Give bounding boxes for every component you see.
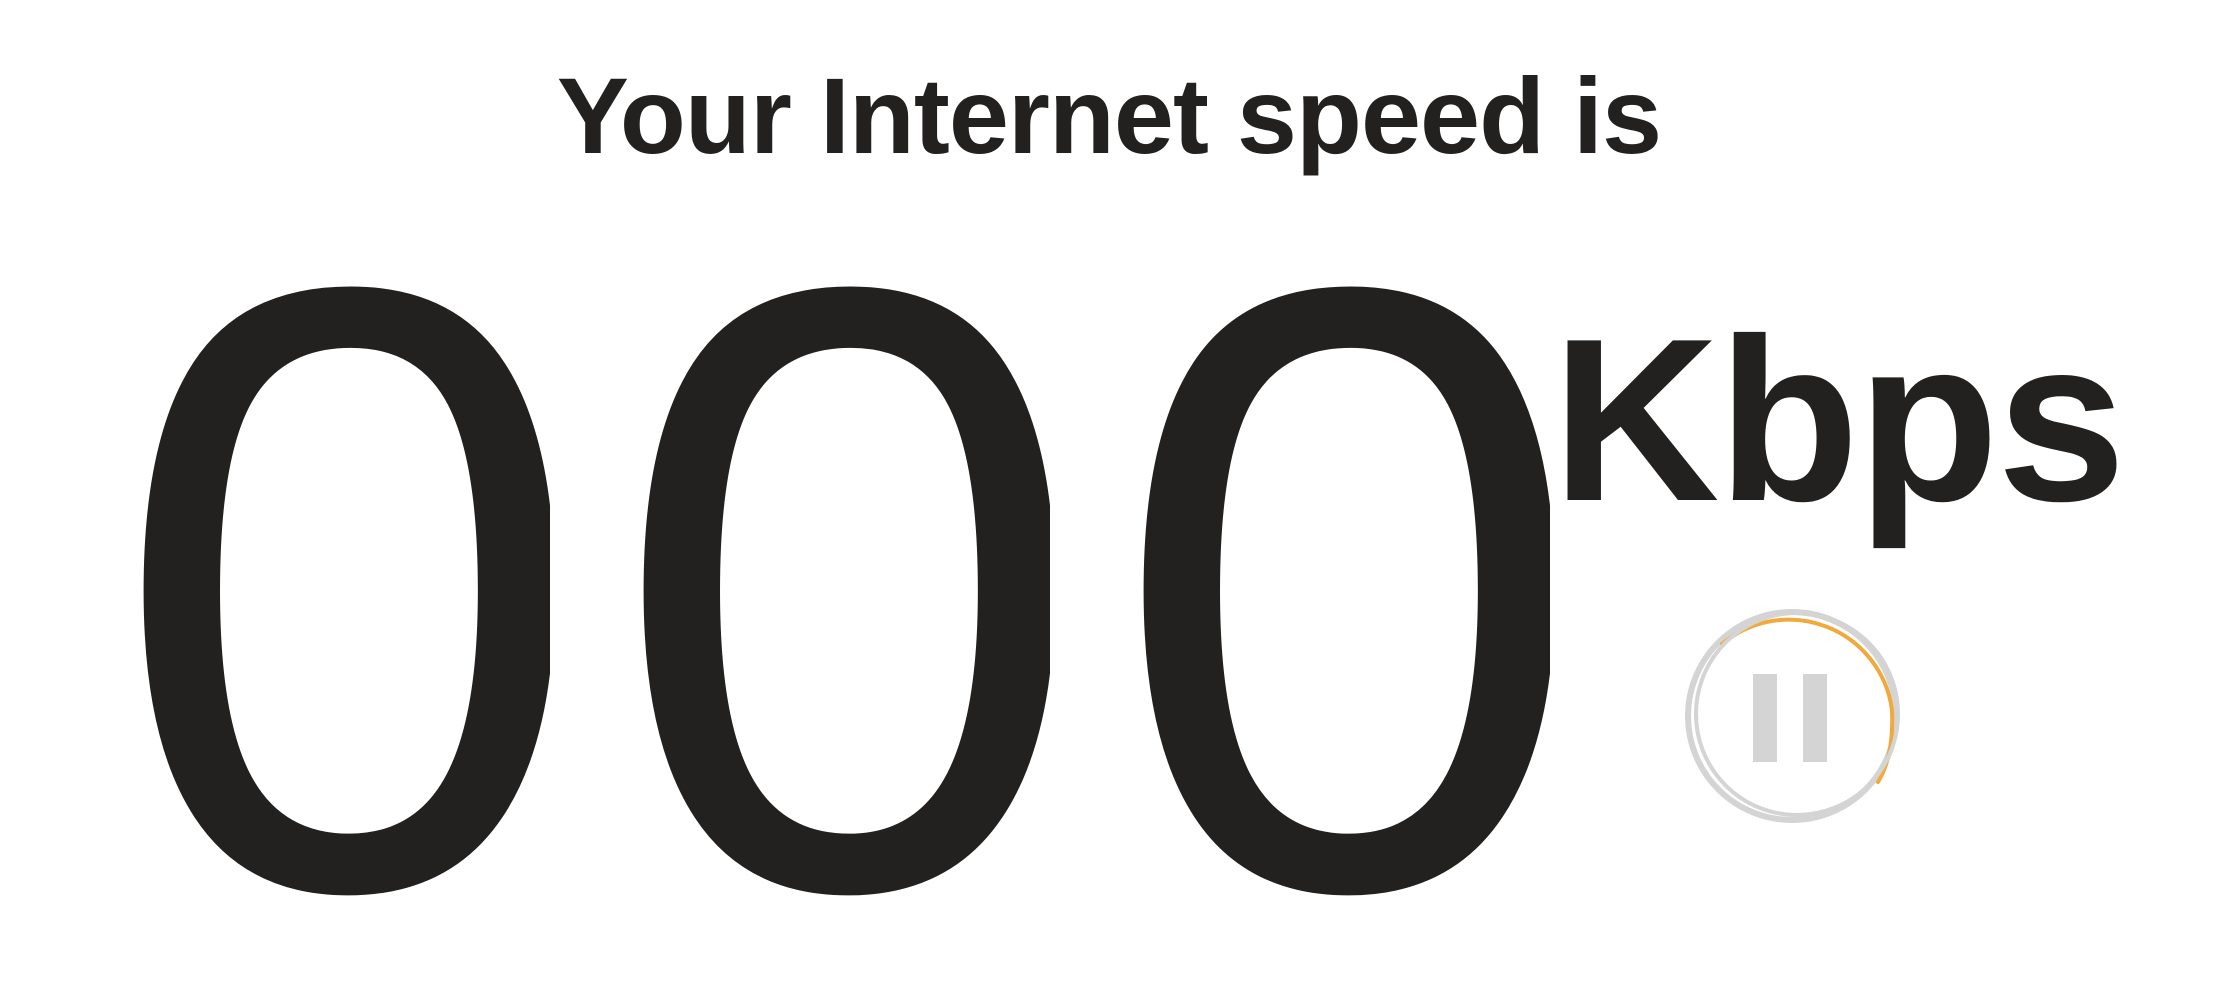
pause-icon xyxy=(1685,609,1900,823)
speed-digit: 0 xyxy=(1110,230,1550,950)
speed-value: 0 0 0 xyxy=(110,230,1550,950)
speed-digit: 0 xyxy=(610,230,1050,950)
speed-unit: Kbps xyxy=(1552,291,2126,550)
pause-button[interactable] xyxy=(1682,606,1902,826)
speed-digit: 0 xyxy=(110,230,550,950)
speed-headline: Your Internet speed is xyxy=(556,55,1662,176)
